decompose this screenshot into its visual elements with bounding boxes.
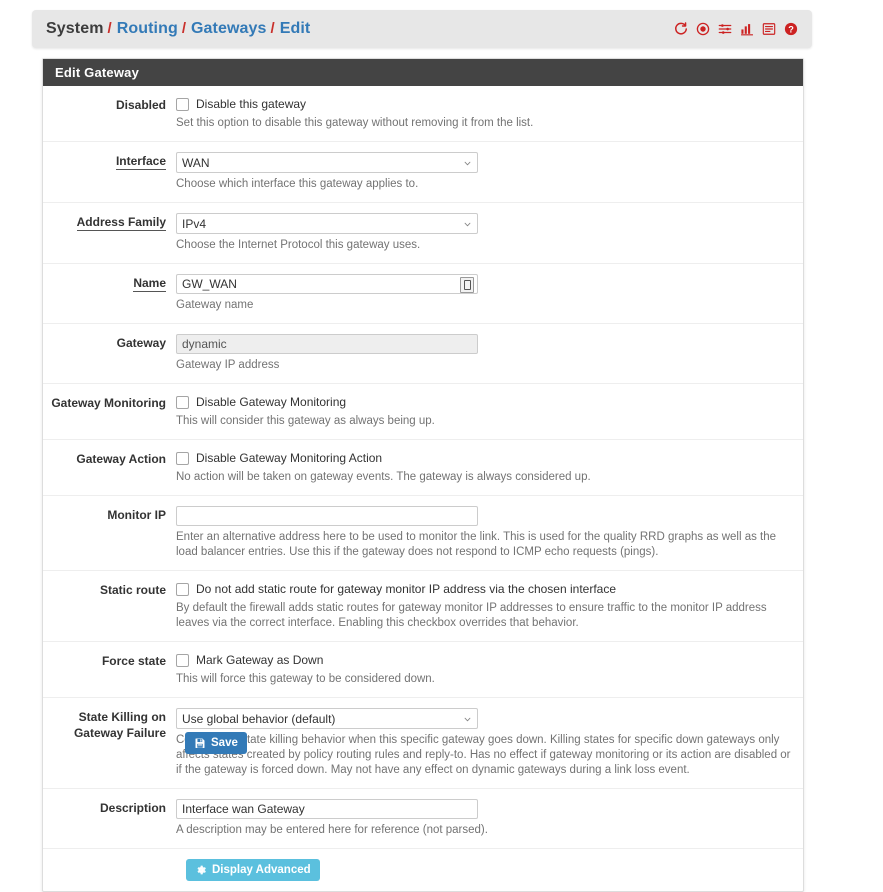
breadcrumb-item-edit[interactable]: Edit bbox=[280, 20, 311, 38]
password-manager-icon[interactable] bbox=[460, 277, 474, 293]
no-static-route-checkbox[interactable] bbox=[176, 582, 189, 596]
panel-title: Edit Gateway bbox=[43, 59, 803, 86]
breadcrumb-item-routing[interactable]: Routing bbox=[117, 20, 178, 38]
sliders-icon[interactable] bbox=[717, 22, 732, 37]
label-gateway-action: Gateway Action bbox=[76, 452, 166, 466]
no-static-route-checkbox-label[interactable]: Do not add static route for gateway moni… bbox=[196, 582, 616, 596]
advanced-button-row: Display Advanced bbox=[43, 849, 803, 891]
breadcrumb-separator: / bbox=[107, 20, 112, 37]
list-icon[interactable] bbox=[761, 22, 776, 37]
disable-gateway-monitoring-checkbox[interactable] bbox=[176, 395, 189, 409]
breadcrumb-bar: System / Routing / Gateways / Edit ? bbox=[32, 10, 812, 48]
mark-gateway-down-checkbox-label[interactable]: Mark Gateway as Down bbox=[196, 653, 323, 667]
label-static-route: Static route bbox=[99, 583, 166, 597]
breadcrumb: System / Routing / Gateways / Edit bbox=[46, 20, 673, 38]
bar-chart-icon[interactable] bbox=[739, 22, 754, 37]
label-monitor-ip: Monitor IP bbox=[107, 508, 166, 522]
form-row-gateway-action: Gateway Action Disable Gateway Monitorin… bbox=[43, 440, 803, 496]
static-route-checkbox-line[interactable]: Do not add static route for gateway moni… bbox=[176, 581, 791, 597]
state-killing-select[interactable]: Use global behavior (default) bbox=[176, 708, 478, 729]
save-button[interactable]: Save bbox=[185, 732, 247, 754]
display-advanced-button[interactable]: Display Advanced bbox=[186, 859, 320, 881]
form-row-monitor-ip: Monitor IP Enter an alternative address … bbox=[43, 496, 803, 571]
address-family-select[interactable]: IPv4 bbox=[176, 213, 478, 234]
breadcrumb-item-gateways[interactable]: Gateways bbox=[191, 20, 267, 38]
label-name: Name bbox=[133, 276, 166, 292]
label-force-state: Force state bbox=[101, 654, 166, 668]
help-monitor-ip: Enter an alternative address here to be … bbox=[176, 531, 777, 558]
help-name: Gateway name bbox=[176, 299, 254, 311]
label-description: Description bbox=[99, 801, 166, 815]
form-row-disabled: Disabled Disable this gateway Set this o… bbox=[43, 86, 803, 142]
breadcrumb-item-system: System bbox=[46, 20, 104, 37]
form-row-interface: Interface WAN Choose which interface thi… bbox=[43, 142, 803, 203]
breadcrumb-separator: / bbox=[270, 20, 275, 37]
description-input[interactable] bbox=[176, 799, 478, 819]
display-advanced-button-label: Display Advanced bbox=[212, 864, 311, 876]
chevron-down-icon bbox=[464, 717, 471, 721]
disable-gateway-checkbox[interactable] bbox=[176, 97, 189, 111]
mark-gateway-down-checkbox[interactable] bbox=[176, 653, 189, 667]
name-input[interactable] bbox=[176, 274, 478, 294]
form-row-address-family: Address Family IPv4 Choose the Internet … bbox=[43, 203, 803, 264]
form-row-static-route: Static route Do not add static route for… bbox=[43, 571, 803, 642]
chevron-down-icon bbox=[464, 161, 471, 165]
disable-gateway-monitoring-action-checkbox[interactable] bbox=[176, 451, 189, 465]
disable-gateway-monitoring-checkbox-label[interactable]: Disable Gateway Monitoring bbox=[196, 395, 346, 409]
restart-icon[interactable] bbox=[673, 22, 688, 37]
interface-select-value: WAN bbox=[182, 155, 210, 170]
breadcrumb-separator: / bbox=[181, 20, 186, 37]
label-disabled: Disabled bbox=[115, 98, 166, 112]
save-button-row: Save bbox=[42, 732, 802, 754]
disable-gateway-monitoring-action-checkbox-label[interactable]: Disable Gateway Monitoring Action bbox=[196, 451, 382, 465]
help-gateway-monitoring: This will consider this gateway as alway… bbox=[176, 415, 435, 427]
gateway-monitoring-checkbox-line[interactable]: Disable Gateway Monitoring bbox=[176, 394, 791, 410]
help-disabled: Set this option to disable this gateway … bbox=[176, 117, 534, 129]
breadcrumb-icon-group: ? bbox=[673, 22, 798, 37]
help-force-state: This will force this gateway to be consi… bbox=[176, 673, 435, 685]
stop-icon[interactable] bbox=[695, 22, 710, 37]
disable-gateway-checkbox-label[interactable]: Disable this gateway bbox=[196, 97, 306, 111]
label-gateway: Gateway bbox=[116, 336, 166, 350]
label-interface: Interface bbox=[115, 154, 166, 170]
help-address-family: Choose the Internet Protocol this gatewa… bbox=[176, 239, 421, 251]
form-row-name: Name Gateway name bbox=[43, 264, 803, 324]
help-gateway-action: No action will be taken on gateway event… bbox=[176, 471, 591, 483]
label-gateway-monitoring: Gateway Monitoring bbox=[51, 396, 166, 410]
help-interface: Choose which interface this gateway appl… bbox=[176, 178, 419, 190]
edit-gateway-form: Disabled Disable this gateway Set this o… bbox=[43, 86, 803, 891]
save-icon bbox=[195, 738, 205, 748]
save-button-label: Save bbox=[211, 737, 238, 749]
help-icon[interactable]: ? bbox=[783, 22, 798, 37]
gear-icon bbox=[197, 865, 206, 875]
gateway-action-checkbox-line[interactable]: Disable Gateway Monitoring Action bbox=[176, 450, 791, 466]
monitor-ip-input[interactable] bbox=[176, 506, 478, 526]
edit-gateway-panel: Edit Gateway Disabled Disable this gatew… bbox=[42, 58, 804, 892]
chevron-down-icon bbox=[464, 222, 471, 226]
disabled-checkbox-line[interactable]: Disable this gateway bbox=[176, 96, 791, 112]
interface-select[interactable]: WAN bbox=[176, 152, 478, 173]
form-row-gateway: Gateway Gateway IP address bbox=[43, 324, 803, 384]
address-family-select-value: IPv4 bbox=[182, 216, 207, 231]
label-address-family: Address Family bbox=[76, 215, 166, 231]
svg-text:?: ? bbox=[788, 24, 794, 34]
form-row-description: Description A description may be entered… bbox=[43, 789, 803, 849]
state-killing-select-value: Use global behavior (default) bbox=[182, 711, 336, 726]
help-static-route: By default the firewall adds static rout… bbox=[176, 602, 767, 629]
force-state-checkbox-line[interactable]: Mark Gateway as Down bbox=[176, 652, 791, 668]
form-row-force-state: Force state Mark Gateway as Down This wi… bbox=[43, 642, 803, 698]
gateway-input bbox=[176, 334, 478, 354]
help-gateway: Gateway IP address bbox=[176, 359, 280, 371]
form-row-gateway-monitoring: Gateway Monitoring Disable Gateway Monit… bbox=[43, 384, 803, 440]
